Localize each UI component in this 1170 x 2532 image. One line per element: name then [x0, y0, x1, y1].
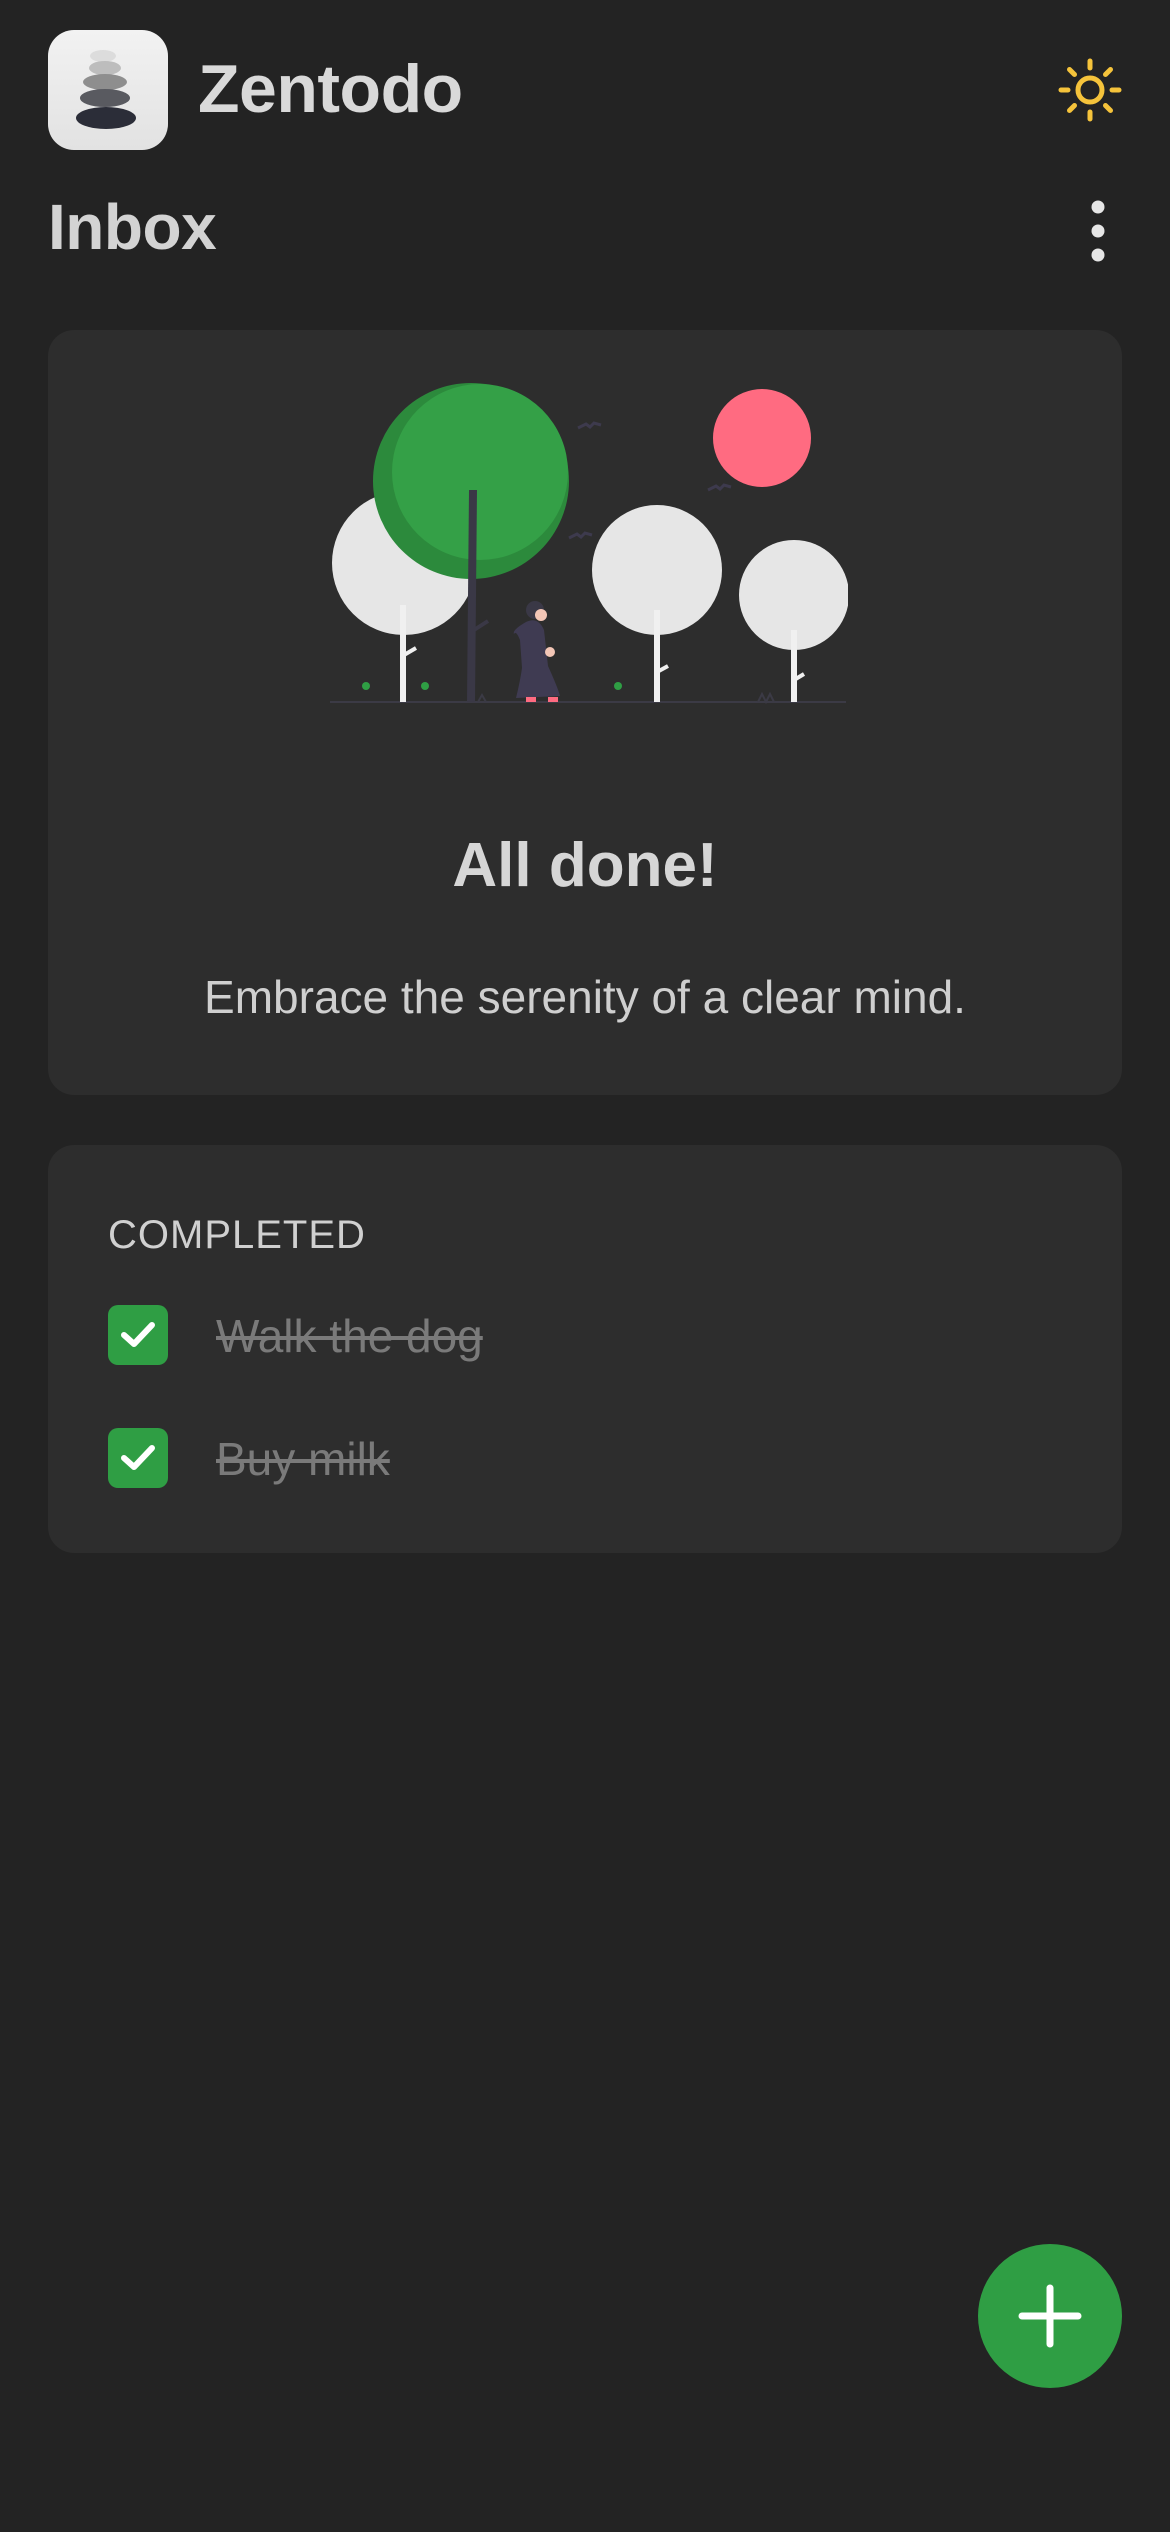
person-figure [513, 601, 560, 702]
theme-toggle-button[interactable] [1058, 58, 1122, 122]
completed-tasks-card: COMPLETED Walk the dog Buy milk [48, 1145, 1122, 1553]
completed-task-item[interactable]: Walk the dog [108, 1305, 1008, 1365]
add-task-button[interactable] [978, 2244, 1122, 2388]
task-label: Buy milk [216, 1433, 390, 1485]
plus-icon [1018, 2284, 1082, 2348]
checkmark-icon [121, 1322, 155, 1347]
page-title: Inbox [48, 191, 217, 263]
more-options-button[interactable] [1074, 198, 1122, 264]
empty-state-card: All done! Embrace the serenity of a clea… [48, 330, 1122, 1095]
sun-icon [1058, 58, 1122, 122]
app-title: Zentodo [198, 51, 463, 127]
more-vertical-icon [1091, 200, 1105, 262]
task-checkbox[interactable] [108, 1305, 168, 1365]
park-illustration [330, 383, 848, 705]
stacked-stones-logo-icon [76, 50, 136, 129]
completed-heading: COMPLETED [108, 1213, 366, 1257]
app-header: Zentodo [48, 30, 1122, 150]
task-checkbox[interactable] [108, 1428, 168, 1488]
task-label: Walk the dog [216, 1310, 483, 1362]
app-logo [48, 30, 168, 150]
completed-task-item[interactable]: Buy milk [108, 1428, 1008, 1488]
checkmark-icon [121, 1445, 155, 1470]
empty-state-title: All done! [452, 831, 718, 900]
empty-state-subtitle: Embrace the serenity of a clear mind. [204, 971, 966, 1023]
